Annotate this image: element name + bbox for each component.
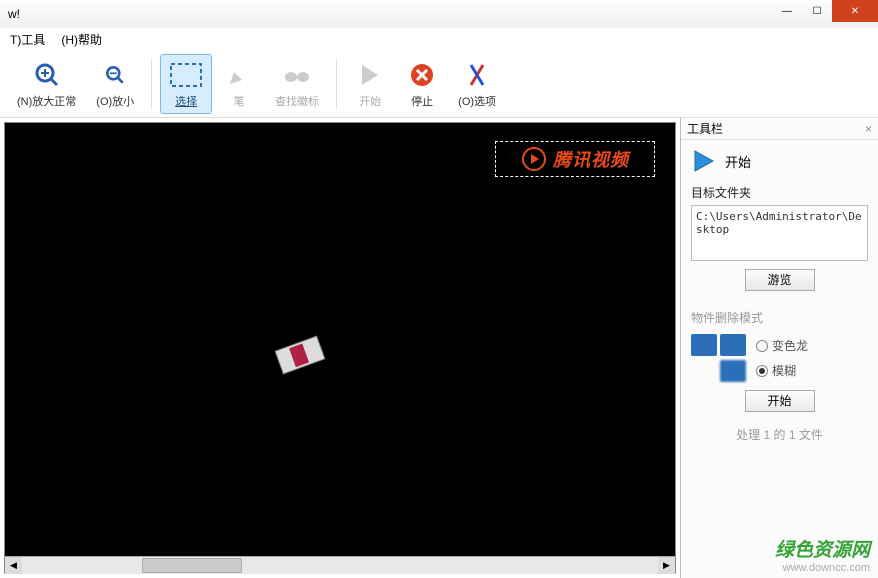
canvas-content[interactable]: 腾讯视频 — [5, 123, 675, 556]
canvas-area: 腾讯视频 ◀ ▶ — [4, 122, 676, 574]
select-label: 选择 — [175, 93, 197, 109]
menu-bar: T)工具 (H)帮助 — [0, 28, 878, 50]
menu-tools[interactable]: T)工具 — [4, 29, 51, 50]
zoom-normal-button[interactable]: (N)放大正常 — [8, 54, 85, 114]
radio-icon — [756, 365, 768, 377]
stop-label: 停止 — [411, 93, 433, 109]
menu-help[interactable]: (H)帮助 — [55, 29, 108, 50]
scroll-right-arrow[interactable]: ▶ — [658, 557, 675, 574]
site-url: www.downcc.com — [775, 562, 870, 574]
scroll-track[interactable] — [22, 557, 658, 574]
select-icon — [169, 59, 203, 91]
status-text: 处理 1 的 1 文件 — [691, 426, 868, 443]
main-toolbar: (N)放大正常 (O)放小 选择 笔 查找徽标 开始 停止 — [0, 50, 878, 118]
find-logo-button[interactable]: 查找徽标 — [266, 54, 328, 114]
mode-thumbnails — [691, 334, 746, 382]
watermark-logo-icon — [521, 146, 547, 172]
browse-button[interactable]: 游览 — [745, 269, 815, 291]
mode-section: 物件删除模式 变色龙 模糊 — [691, 309, 868, 382]
close-button[interactable]: ✕ — [832, 0, 878, 22]
stop-button[interactable]: 停止 — [397, 54, 447, 114]
play-icon — [691, 148, 717, 174]
find-logo-label: 查找徽标 — [275, 93, 319, 109]
zoom-out-icon — [103, 59, 127, 91]
side-panel: 工具栏 × 开始 目标文件夹 C:\Users\Administrator\De… — [680, 118, 878, 578]
horizontal-scrollbar[interactable]: ◀ ▶ — [5, 556, 675, 573]
title-bar: w! — ☐ ✕ — [0, 0, 878, 28]
toolbar-separator — [336, 59, 337, 109]
thumb-chameleon-icon — [691, 334, 717, 356]
radio-chameleon[interactable]: 变色龙 — [756, 337, 808, 354]
main-area: 腾讯视频 ◀ ▶ 工具栏 × 开始 目标文件夹 C:\Users\Adminis… — [0, 118, 878, 578]
options-button[interactable]: (O)选项 — [449, 54, 505, 114]
maximize-button[interactable]: ☐ — [802, 0, 832, 22]
thumb-chameleon-icon — [720, 334, 746, 356]
site-name: 绿色资源网 — [775, 535, 870, 562]
radio-icon — [756, 340, 768, 352]
pen-label: 笔 — [234, 93, 245, 109]
panel-start-label: 开始 — [725, 152, 751, 171]
mode-radio-group: 变色龙 模糊 — [756, 337, 808, 379]
target-folder-input[interactable]: C:\Users\Administrator\Desktop — [691, 205, 868, 261]
panel-start-row[interactable]: 开始 — [691, 148, 868, 174]
play-icon — [359, 59, 381, 91]
select-button[interactable]: 选择 — [160, 54, 212, 114]
target-folder-label: 目标文件夹 — [691, 184, 868, 201]
thumb-blur-icon — [720, 360, 746, 382]
scroll-left-arrow[interactable]: ◀ — [5, 557, 22, 574]
panel-title: 工具栏 — [687, 120, 723, 137]
zoom-normal-label: (N)放大正常 — [17, 93, 76, 109]
start-label: 开始 — [359, 93, 381, 109]
options-icon — [465, 59, 489, 91]
radio-chameleon-label: 变色龙 — [772, 337, 808, 354]
zoom-in-icon — [33, 59, 61, 91]
start-button[interactable]: 开始 — [345, 54, 395, 114]
zoom-out-label: (O)放小 — [96, 93, 134, 109]
selection-marquee[interactable]: 腾讯视频 — [495, 141, 655, 177]
panel-body: 开始 目标文件夹 C:\Users\Administrator\Desktop … — [681, 140, 878, 578]
toolbar-separator — [151, 59, 152, 109]
panel-close-icon[interactable]: × — [865, 122, 872, 136]
zoom-out-button[interactable]: (O)放小 — [87, 54, 143, 114]
site-watermark: 绿色资源网 www.downcc.com — [775, 535, 870, 574]
window-buttons: — ☐ ✕ — [772, 0, 878, 22]
panel-start-button[interactable]: 开始 — [745, 390, 815, 412]
watermark-text: 腾讯视频 — [553, 146, 629, 172]
stop-icon — [409, 59, 435, 91]
pen-icon — [226, 59, 252, 91]
window-title: w! — [8, 7, 20, 21]
minimize-button[interactable]: — — [772, 0, 802, 22]
pen-button[interactable]: 笔 — [214, 54, 264, 114]
radio-blur-label: 模糊 — [772, 362, 796, 379]
binoculars-icon — [283, 59, 311, 91]
video-frame-object — [266, 331, 334, 379]
panel-header: 工具栏 × — [681, 118, 878, 140]
mode-title: 物件删除模式 — [691, 309, 868, 326]
options-label: (O)选项 — [458, 93, 496, 109]
radio-blur[interactable]: 模糊 — [756, 362, 808, 379]
scroll-thumb[interactable] — [142, 558, 242, 573]
